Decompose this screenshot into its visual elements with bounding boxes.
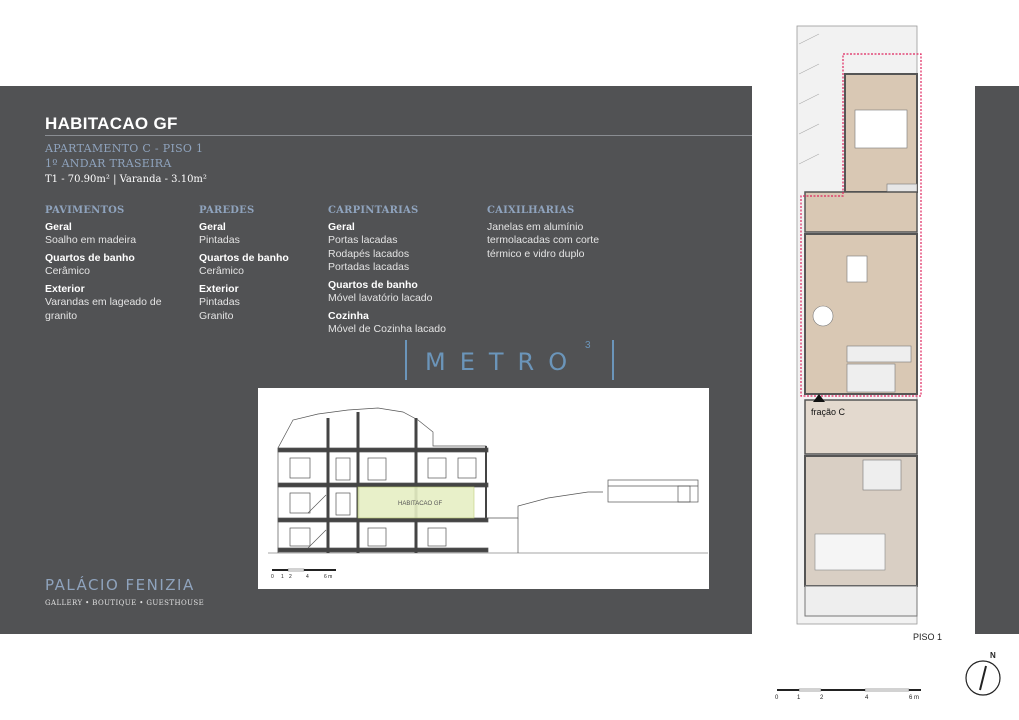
spec-label: Geral: [328, 220, 355, 233]
spec-value: Rodapés lacados: [328, 247, 410, 260]
svg-text:1: 1: [797, 695, 801, 701]
spec-heading: CAIXILHARIAS: [487, 205, 575, 216]
spec-column-caixilharias: CAIXILHARIAS Janelas em alumínio termola…: [487, 204, 622, 265]
svg-text:4: 4: [306, 574, 309, 580]
apartment-subtitle: APARTAMENTO C - PISO 1: [45, 142, 204, 155]
side-strip: [975, 86, 1019, 634]
brand-tagline: GALLERY • BOUTIQUE • GUESTHOUSE: [45, 599, 205, 607]
floor-subtitle: 1º ANDAR TRASEIRA: [45, 157, 172, 170]
spec-label: Exterior: [45, 282, 85, 295]
floor-label: PISO 1: [913, 632, 943, 642]
spec-column-pavimentos: PAVIMENTOS Geral Soalho em madeira Quart…: [45, 204, 190, 327]
page-title: HABITACAO GF: [45, 114, 178, 133]
spec-value: Móvel de Cozinha lacado: [328, 323, 446, 335]
unit-label: fração C: [811, 407, 846, 417]
plan-scale-bar: 0 1 2 4 6 m: [775, 688, 935, 702]
brand-name: PALÁCIO FENIZIA: [45, 576, 195, 594]
spec-value: Janelas em alumínio termolacadas com cor…: [487, 220, 600, 260]
spec-value: Soalho em madeira: [45, 234, 137, 246]
spec-label: Cozinha: [328, 309, 369, 322]
svg-text:1: 1: [281, 574, 284, 580]
spec-value: Granito: [199, 309, 234, 322]
floor-plan: fração C: [775, 24, 951, 630]
logo-bar-right: [612, 340, 614, 380]
svg-text:N: N: [990, 651, 996, 660]
section-svg: HABITACAO GF 0 1 2 4 6 m: [268, 407, 708, 580]
floor-plan-svg: fração C: [796, 25, 922, 625]
svg-text:2: 2: [820, 695, 824, 701]
logo-bar-left: [405, 340, 407, 380]
svg-text:6 m: 6 m: [324, 574, 332, 580]
area-summary: T1 - 70.90m² | Varanda - 3.10m²: [45, 174, 207, 185]
spec-value: Portas lacadas: [328, 234, 398, 246]
svg-text:4: 4: [865, 695, 869, 701]
spec-label: Exterior: [199, 282, 239, 295]
north-arrow-icon: N: [964, 650, 1004, 700]
logo-superscript: 3: [585, 340, 591, 351]
svg-text:0: 0: [775, 695, 779, 701]
section-scale-bar: 0 1 2 4 6 m: [271, 568, 336, 580]
spec-label: Quartos de banho: [328, 278, 418, 291]
highlight-label: HABITACAO GF: [398, 501, 443, 507]
spec-heading: CARPINTARIAS: [328, 205, 419, 216]
spec-label: Geral: [45, 220, 72, 233]
spec-value: Cerâmico: [45, 265, 90, 277]
metro3-logo: METRO 3: [405, 340, 615, 382]
spec-value: Pintadas: [199, 234, 240, 246]
spec-column-carpintarias: CARPINTARIAS Geral Portas lacadas Rodapé…: [328, 204, 478, 341]
spec-column-paredes: PAREDES Geral Pintadas Quartos de banho …: [199, 204, 319, 327]
spec-label: Quartos de banho: [199, 251, 289, 264]
spec-value: Cerâmico: [199, 265, 244, 277]
spec-heading: PAVIMENTOS: [45, 205, 125, 216]
logo-text: METRO: [425, 348, 582, 376]
title-divider: [45, 135, 752, 136]
spec-value: Móvel lavatório lacado: [328, 292, 433, 304]
building-section-drawing: HABITACAO GF 0 1 2 4 6 m: [258, 388, 709, 589]
spec-label: Geral: [199, 220, 226, 233]
svg-text:0: 0: [271, 574, 274, 580]
spec-value: Varandas em lageado de granito: [45, 296, 162, 322]
svg-text:2: 2: [289, 574, 292, 580]
spec-value: Portadas lacadas: [328, 261, 410, 273]
spec-label: Quartos de banho: [45, 251, 135, 264]
spec-heading: PAREDES: [199, 205, 255, 216]
spec-value: Pintadas: [199, 296, 240, 308]
svg-text:6 m: 6 m: [909, 695, 919, 701]
